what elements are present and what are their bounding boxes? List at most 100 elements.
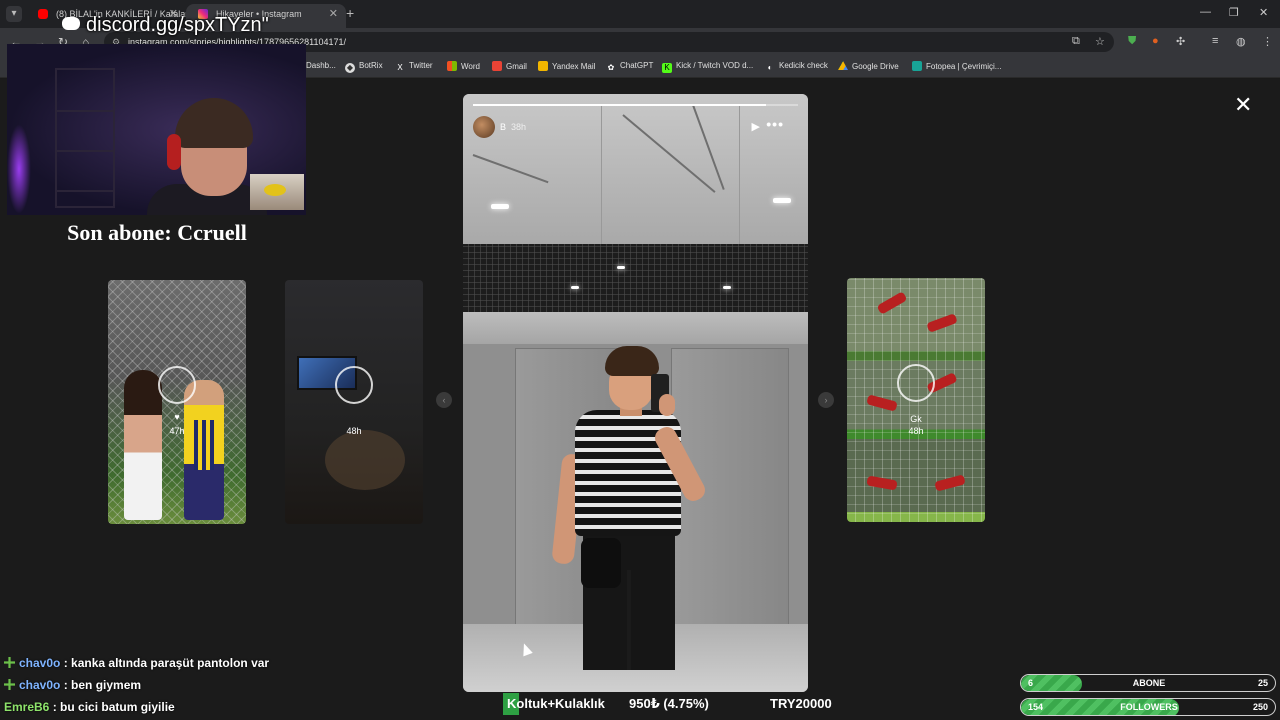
bookmark-star-icon[interactable]: ☆ [1095,35,1105,48]
chat-overlay: chav0o : kanka altında paraşüt pantolon … [4,656,444,720]
highlight-time: 47h [169,426,185,436]
extensions-puzzle-icon[interactable]: ✣ [1176,35,1185,48]
photo-person [124,370,162,520]
bookmark-chatgpt[interactable]: ✿ ChatGPT [606,61,654,73]
chat-badge-icon [4,657,15,668]
minimize-button[interactable]: — [1200,6,1211,18]
close-window-button[interactable]: ✕ [1259,6,1268,19]
story-main[interactable]: B 38h ▶ ••• [463,94,808,692]
highlight-time: 48h [346,426,362,436]
donation-goal-item: Koltuk+Kulaklık [507,696,605,711]
more-options-icon[interactable]: ••• [766,116,784,132]
chat-text: : bu cici batum giyilie [52,700,175,714]
follower-goal-bar: 154 FOLLOWERS 250 [1020,698,1276,716]
menu-kebab-icon[interactable]: ⋮ [1262,35,1273,48]
close-icon[interactable]: ✕ [1234,94,1252,116]
photopea-icon [912,61,922,71]
follower-goal-label: FOLLOWERS [1120,702,1178,712]
botrix-icon: ◆ [345,63,355,73]
gmail-icon [492,61,502,71]
avatar[interactable] [473,116,495,138]
chat-message: chav0o : ben giymem [4,678,444,700]
prev-story-arrow-icon[interactable]: ‹ [436,392,452,408]
bookmark-kick-twitch-vod[interactable]: K Kick / Twitch VOD d... [662,61,753,73]
highlight-avatar [897,364,935,402]
highlight-card-next[interactable]: Gk 48h [847,278,985,522]
close-tab-icon[interactable]: ✕ [329,4,338,24]
chat-username: chav0o [19,678,61,692]
streamer-hair [175,98,253,148]
discord-icon [62,17,80,30]
profile-avatar[interactable]: ◍ [1236,35,1246,48]
donation-goal-amount: 950₺ (4.75%) [629,696,709,711]
discord-link: discord.gg/spxTYzn" [62,14,269,37]
chat-text: : kanka altında paraşüt pantolon var [63,656,270,670]
bookmark-kedicik-check[interactable]: ◐ Kedicik check [765,61,828,73]
wall-lamp [773,198,791,203]
last-subscriber: Son abone: Ccruell [67,220,247,245]
wall-lamp [491,204,509,209]
highlight-card-prev-1[interactable]: 48h [285,280,423,524]
story-username[interactable]: B [500,122,506,132]
tab-search-button[interactable]: ▾ [6,6,22,22]
highlight-card-prev-2[interactable]: ♥ 47h [108,280,246,524]
story-progress-fill [473,104,766,106]
google-drive-icon [838,61,848,70]
globe-icon: ◐ [767,63,773,72]
highlight-avatar [158,366,196,404]
sub-goal-label: ABONE [1132,678,1166,688]
next-story-arrow-icon[interactable]: › [818,392,834,408]
sub-goal-bar: 6 ABONE 25 [1020,674,1276,692]
person-jacket [581,538,621,588]
restore-button[interactable]: ❐ [1229,6,1239,19]
microsoft-icon [447,61,457,71]
yandex-mail-icon [538,61,548,71]
x-twitter-icon: X [397,63,403,72]
highlight-title: Gk [910,414,922,424]
story-header: B 38h ▶ ••• [473,116,798,138]
chat-username: EmreB6 [4,700,50,714]
bird-overlay [250,174,304,210]
story-time: 38h [511,122,527,132]
bookmark-gmail[interactable]: Gmail [492,61,527,71]
grid-ceiling [463,244,808,312]
extension-icon[interactable]: ● [1152,35,1159,47]
bookmark-google-drive[interactable]: Google Drive [838,61,899,71]
story-progress-bar [473,104,798,106]
person-hand [659,394,675,416]
sub-goal-max: 25 [1257,678,1268,688]
bookmark-yandex-mail[interactable]: Yandex Mail [538,61,595,71]
chat-username: chav0o [19,656,61,670]
youtube-icon [38,9,48,19]
ceiling-light [723,286,731,289]
chat-text: : ben giymem [63,678,142,692]
rgb-glow [7,124,31,214]
marble-vein [472,154,549,184]
bookmark-word[interactable]: Word [447,61,480,71]
media-control-icon[interactable]: ≡ [1212,35,1218,47]
bookmark-photopea[interactable]: Fotopea | Çevrimiçi... [912,61,1001,71]
headset [167,134,181,170]
bookmark-dashboard[interactable]: Dashb... [306,61,336,70]
donation-goal: Koltuk+Kulaklık 950₺ (4.75%) TRY20000 [503,693,833,715]
heart-icon: ♥ [174,412,180,422]
highlight-time: 48h [908,426,924,436]
bookmark-botrix[interactable]: ◆ BotRix [345,61,383,73]
play-icon[interactable]: ▶ [752,120,760,133]
highlight-avatar [335,366,373,404]
shield-extension-icon[interactable]: ⛊ [1128,35,1136,48]
shelf [55,68,115,208]
person-hair [605,346,659,376]
chat-message: EmreB6 : bu cici batum giyilie [4,700,444,720]
ceiling-light [571,286,579,289]
install-app-icon[interactable]: ⧉ [1072,35,1080,48]
table-lamp [325,430,405,490]
bookmark-twitter[interactable]: X Twitter [395,61,432,73]
follower-goal-max: 250 [1252,702,1268,712]
donation-goal-target: TRY20000 [770,696,832,711]
new-tab-button[interactable]: + [346,5,354,21]
marble-wall [463,312,808,344]
chatgpt-icon: ✿ [607,63,615,72]
ceiling-light [617,266,625,269]
chat-badge-icon [4,679,15,690]
